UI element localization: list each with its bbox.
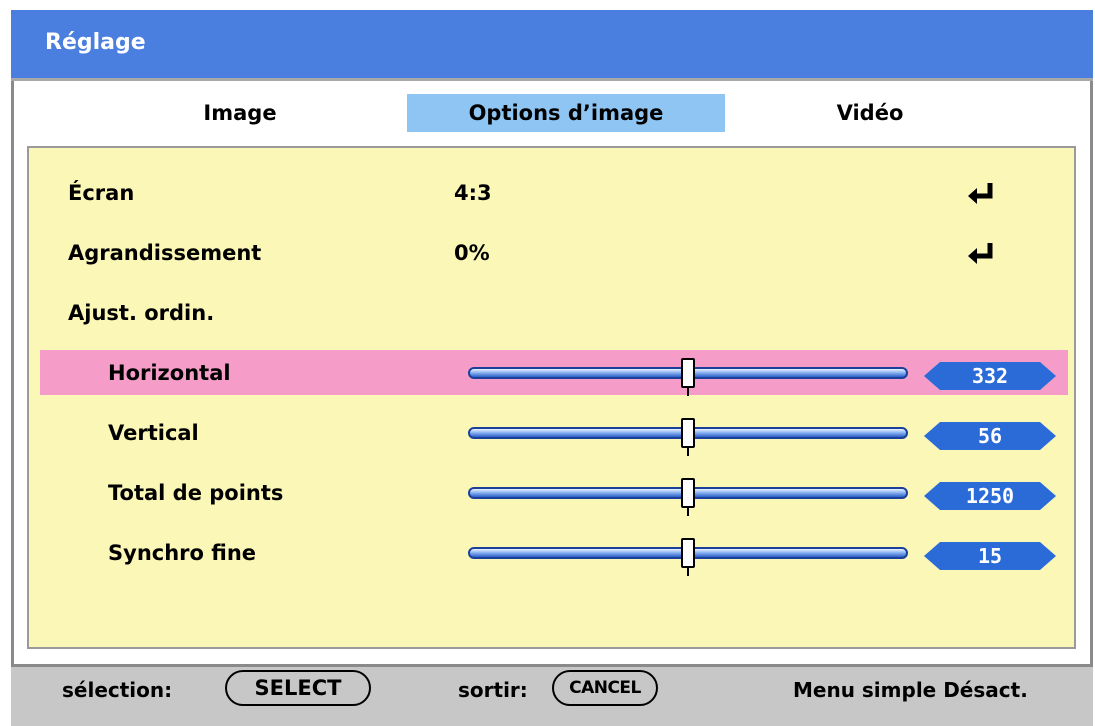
tab-video[interactable]: Vidéo — [800, 94, 940, 132]
slider-value-total-points: 1250 — [965, 484, 1015, 508]
slider-label-horizontal[interactable]: Horizontal — [108, 358, 231, 388]
slider-center-tick — [687, 388, 689, 396]
row-value-ecran: 4:3 — [454, 181, 492, 205]
slider-synchro-fine[interactable] — [468, 538, 908, 576]
slider-vertical[interactable] — [468, 418, 908, 456]
menu-title: Réglage — [11, 10, 1093, 78]
slider-thumb[interactable] — [681, 358, 695, 388]
enter-arrow-icon[interactable] — [966, 241, 996, 265]
cancel-button[interactable]: CANCEL — [552, 670, 658, 706]
slider-thumb[interactable] — [681, 418, 695, 448]
slider-center-tick — [687, 448, 689, 456]
value-badge-horizontal: 332 — [924, 362, 1056, 390]
slider-total-points[interactable] — [468, 478, 908, 516]
value-badge-vertical: 56 — [924, 422, 1056, 450]
slider-center-tick — [687, 508, 689, 516]
select-hint-label: sélection: — [62, 678, 173, 702]
slider-label-total-points[interactable]: Total de points — [108, 478, 283, 508]
slider-label-vertical[interactable]: Vertical — [108, 418, 199, 448]
tab-image-options[interactable]: Options d’image — [407, 94, 725, 132]
slider-value-vertical: 56 — [977, 424, 1003, 448]
value-badge-synchro-fine: 15 — [924, 542, 1056, 570]
select-button[interactable]: SELECT — [225, 670, 371, 706]
section-label-ajust-ordin: Ajust. ordin. — [68, 301, 215, 325]
slider-thumb[interactable] — [681, 478, 695, 508]
exit-hint-label: sortir: — [458, 678, 528, 702]
row-value-agrandissement: 0% — [454, 241, 490, 265]
enter-arrow-icon[interactable] — [966, 181, 996, 205]
osd-menu: Réglage Image Options d’image Vidéo Écra… — [0, 0, 1095, 726]
menu-mode-status: Menu simple Désact. — [793, 678, 1028, 702]
slider-thumb[interactable] — [681, 538, 695, 568]
settings-panel — [27, 146, 1076, 649]
tab-image[interactable]: Image — [170, 94, 310, 132]
slider-horizontal[interactable] — [468, 358, 908, 396]
row-label-agrandissement[interactable]: Agrandissement — [68, 238, 261, 268]
slider-label-synchro-fine[interactable]: Synchro fine — [108, 538, 256, 568]
slider-value-synchro-fine: 15 — [977, 544, 1003, 568]
row-label-ecran[interactable]: Écran — [68, 178, 134, 208]
slider-value-horizontal: 332 — [971, 364, 1009, 388]
value-badge-total-points: 1250 — [924, 482, 1056, 510]
slider-center-tick — [687, 568, 689, 576]
